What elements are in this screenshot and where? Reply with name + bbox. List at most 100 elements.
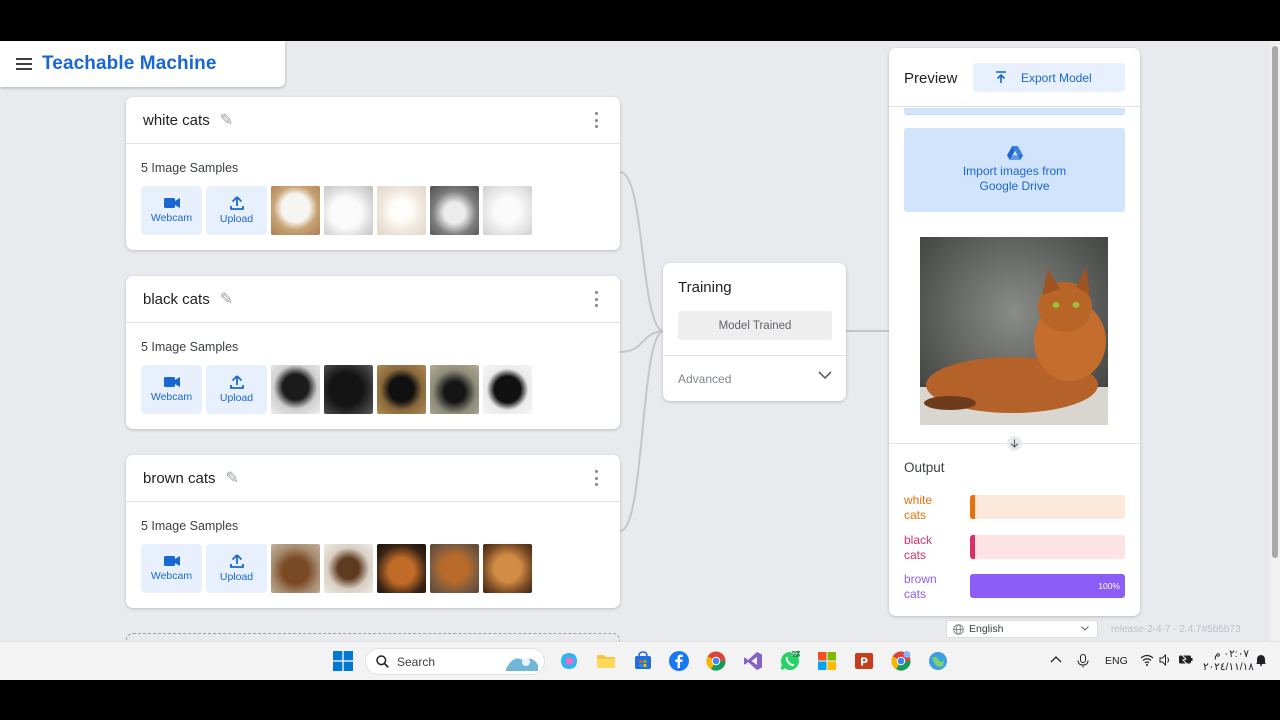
microphone-icon[interactable] — [1077, 654, 1089, 668]
pencil-icon[interactable]: ✎ — [226, 468, 239, 488]
more-vert-icon[interactable] — [595, 470, 599, 486]
output-label-line: cats — [904, 587, 927, 601]
upload-button[interactable]: Upload — [206, 544, 267, 593]
sample-thumbnail[interactable] — [377, 365, 426, 414]
sample-thumbnail[interactable] — [483, 544, 532, 593]
notification-bell-icon[interactable] — [1255, 654, 1267, 666]
upload-button[interactable]: Upload — [206, 186, 267, 235]
upload-button[interactable]: Upload — [206, 365, 267, 414]
taskbar-search[interactable]: Search — [365, 648, 545, 675]
sample-thumbnail[interactable] — [377, 186, 426, 235]
svg-text:P: P — [860, 656, 868, 669]
chrome-icon[interactable] — [706, 651, 726, 671]
windows-start-icon[interactable] — [333, 651, 353, 671]
release-version: release-2-4-7 - 2.4.7#5b5b73 — [1111, 624, 1241, 635]
language-select[interactable]: English — [946, 620, 1098, 638]
sample-thumbnail[interactable] — [430, 186, 479, 235]
more-vert-icon[interactable] — [595, 291, 599, 307]
confidence-bar-fill — [970, 495, 975, 519]
menu-icon[interactable] — [16, 58, 32, 70]
input-language[interactable]: ENG — [1105, 655, 1128, 667]
output-label-line: cats — [904, 508, 927, 522]
scrollbar[interactable] — [1270, 41, 1280, 641]
output-label: white cats — [904, 493, 932, 523]
scrollbar-thumb[interactable] — [1272, 46, 1278, 558]
class-name[interactable]: white cats — [143, 112, 210, 129]
globe-app-icon[interactable] — [928, 651, 948, 671]
preview-title: Preview — [904, 70, 958, 87]
chevron-down-icon — [1081, 626, 1089, 631]
facebook-icon[interactable] — [669, 651, 689, 671]
app-header: Teachable Machine — [0, 41, 285, 87]
webcam-label: Webcam — [150, 391, 193, 403]
search-highlight-icon — [506, 657, 538, 671]
class-name[interactable]: black cats — [143, 291, 210, 308]
pencil-icon[interactable]: ✎ — [220, 110, 233, 130]
export-model-button[interactable]: Export Model — [973, 63, 1125, 92]
screen: Teachable Machine white cats ✎ 5 Image S… — [0, 0, 1280, 720]
confidence-bar: 100% — [970, 574, 1125, 598]
sample-thumbnail[interactable] — [377, 544, 426, 593]
volume-icon[interactable] — [1159, 654, 1171, 666]
class-card-black-cats: black cats ✎ 5 Image Samples Webcam Uplo… — [126, 276, 620, 429]
colorful-app-icon[interactable] — [817, 651, 837, 671]
advanced-toggle[interactable]: Advanced — [678, 372, 731, 386]
sample-thumbnail[interactable] — [430, 365, 479, 414]
battery-icon[interactable] — [1179, 654, 1193, 665]
confidence-bar — [970, 495, 1125, 519]
powerpoint-icon[interactable]: P — [854, 651, 874, 671]
upload-label: Upload — [219, 213, 254, 225]
webcam-button[interactable]: Webcam — [141, 186, 202, 235]
wifi-icon[interactable] — [1140, 654, 1154, 666]
class-name[interactable]: brown cats — [143, 470, 216, 487]
training-panel: Training Model Trained Advanced — [663, 263, 846, 401]
clock-time: ٠٢:٠٧ م — [1214, 648, 1249, 660]
train-model-button[interactable]: Model Trained — [678, 311, 832, 340]
windows-taskbar: Search 99+ P ENG ٠٢:٠٧ م ٢٠٢٤/١١/١٨ — [0, 641, 1280, 680]
upload-icon — [229, 375, 244, 389]
class-card-white-cats: white cats ✎ 5 Image Samples Webcam Uplo… — [126, 97, 620, 250]
upload-label: Upload — [219, 392, 254, 404]
more-vert-icon[interactable] — [595, 112, 599, 128]
clock-date: ٢٠٢٤/١١/١٨ — [1203, 661, 1254, 673]
upload-label: Upload — [219, 571, 254, 583]
export-label: Export Model — [1021, 70, 1092, 85]
app-title[interactable]: Teachable Machine — [42, 53, 217, 75]
whatsapp-icon[interactable]: 99+ — [780, 651, 800, 671]
chevron-up-icon[interactable] — [1050, 654, 1062, 666]
sample-count: 5 Image Samples — [141, 340, 239, 354]
import-google-drive-button[interactable]: Import images from Google Drive — [904, 128, 1125, 212]
sample-thumbnail[interactable] — [271, 186, 320, 235]
clock[interactable]: ٠٢:٠٧ م ٢٠٢٤/١١/١٨ — [1203, 648, 1254, 674]
file-explorer-icon[interactable] — [596, 651, 616, 671]
samples-row: Webcam Upload — [141, 544, 532, 593]
output-label: black cats — [904, 533, 932, 563]
pencil-icon[interactable]: ✎ — [220, 289, 233, 309]
visual-studio-icon[interactable] — [743, 651, 763, 671]
webcam-button[interactable]: Webcam — [141, 544, 202, 593]
search-icon — [376, 655, 389, 668]
sample-thumbnail[interactable] — [483, 186, 532, 235]
sample-count: 5 Image Samples — [141, 161, 239, 175]
search-label: Search — [397, 654, 436, 669]
sample-thumbnail[interactable] — [271, 365, 320, 414]
webcam-label: Webcam — [150, 212, 193, 224]
sample-thumbnail[interactable] — [324, 544, 373, 593]
chrome-profile-icon[interactable] — [891, 651, 911, 671]
divider — [663, 355, 846, 356]
sample-thumbnail[interactable] — [483, 365, 532, 414]
videocam-icon — [163, 377, 180, 387]
sample-thumbnail[interactable] — [324, 365, 373, 414]
sample-thumbnail[interactable] — [271, 544, 320, 593]
chevron-down-icon[interactable] — [818, 371, 832, 380]
sample-thumbnail[interactable] — [430, 544, 479, 593]
output-label: brown cats — [904, 572, 937, 602]
teachable-machine-app: Teachable Machine white cats ✎ 5 Image S… — [0, 41, 1280, 641]
confidence-value: 100% — [1098, 581, 1120, 591]
webcam-button[interactable]: Webcam — [141, 365, 202, 414]
add-class-card[interactable] — [126, 633, 620, 641]
microsoft-store-icon[interactable] — [633, 651, 653, 671]
copilot-icon[interactable] — [559, 651, 579, 671]
output-label-line: cats — [904, 548, 927, 562]
sample-thumbnail[interactable] — [324, 186, 373, 235]
